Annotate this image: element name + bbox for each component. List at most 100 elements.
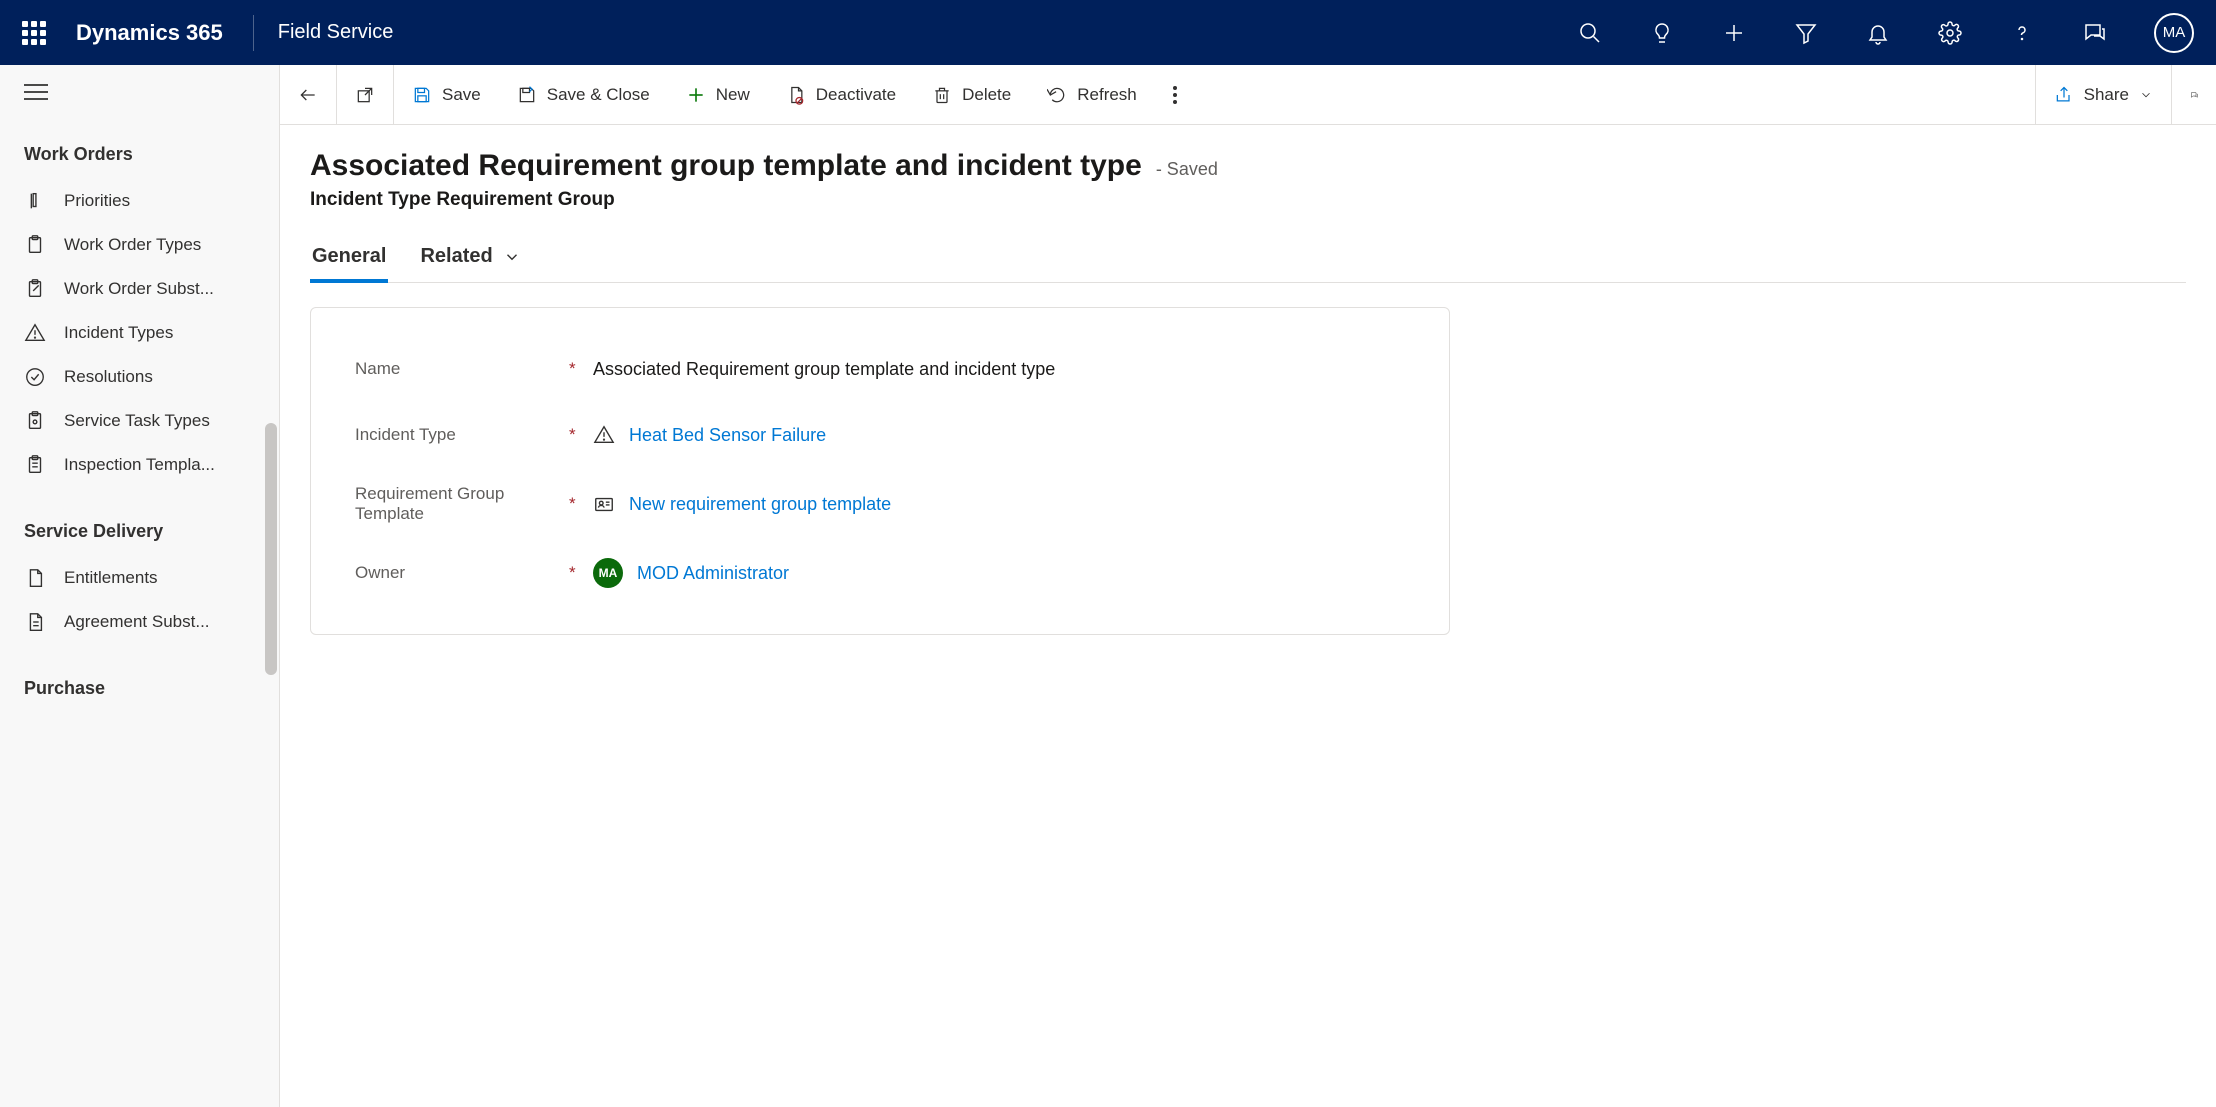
form-label: Owner (355, 563, 405, 583)
nav-section-service-delivery: Service Delivery Entitlements Agreement … (0, 499, 279, 656)
sidebar-item-entitlements[interactable]: Entitlements (0, 556, 279, 600)
document-icon (24, 567, 46, 589)
app-launcher-icon[interactable] (22, 21, 46, 45)
save-close-label: Save & Close (547, 85, 650, 105)
deactivate-label: Deactivate (816, 85, 896, 105)
overflow-icon (1173, 86, 1177, 104)
check-circle-icon (24, 366, 46, 388)
form-row-incident-type: Incident Type * Heat Bed Sensor Failure (355, 402, 1405, 468)
back-button[interactable] (280, 65, 336, 124)
sidebar-item-label: Work Order Subst... (64, 279, 214, 299)
sidebar-item-label: Agreement Subst... (64, 612, 210, 632)
top-actions: MA (1568, 11, 2194, 55)
refresh-button[interactable]: Refresh (1029, 65, 1155, 124)
help-icon[interactable] (2000, 11, 2044, 55)
deactivate-button[interactable]: Deactivate (768, 65, 914, 124)
form-label: Incident Type (355, 425, 456, 445)
req-group-field[interactable]: New requirement group template (583, 493, 891, 515)
tab-label: Related (420, 245, 492, 268)
form-label: Name (355, 359, 400, 379)
tab-general[interactable]: General (310, 235, 388, 282)
warning-icon (593, 424, 615, 446)
nav-section-purchase: Purchase (0, 656, 279, 725)
req-group-link[interactable]: New requirement group template (629, 494, 891, 515)
contact-card-icon (593, 493, 615, 515)
user-avatar[interactable]: MA (2154, 13, 2194, 53)
required-indicator: * (569, 494, 583, 514)
form-card: Name * Associated Requirement group temp… (310, 307, 1450, 635)
sidebar-item-incident-types[interactable]: Incident Types (0, 311, 279, 355)
sidebar-item-label: Priorities (64, 191, 130, 211)
owner-avatar: MA (593, 558, 623, 588)
content-area: Associated Requirement group template an… (280, 125, 2216, 1107)
nav-header: Purchase (0, 668, 279, 713)
nav-section-work-orders: Work Orders Priorities Work Order Types … (0, 122, 279, 499)
bell-icon[interactable] (1856, 11, 1900, 55)
form-label: Requirement Group Template (355, 484, 565, 524)
incident-type-link[interactable]: Heat Bed Sensor Failure (629, 425, 826, 446)
share-button[interactable]: Share (2036, 65, 2171, 124)
sidebar-item-resolutions[interactable]: Resolutions (0, 355, 279, 399)
brand-name[interactable]: Dynamics 365 (76, 20, 223, 46)
hamburger-icon[interactable] (24, 83, 48, 104)
main-content: Save Save & Close New Deactivate Delete … (280, 65, 2216, 1107)
clipboard-gear-icon (24, 410, 46, 432)
gear-icon[interactable] (1928, 11, 1972, 55)
assistant-button[interactable] (2172, 73, 2216, 117)
nav-header: Service Delivery (0, 511, 279, 556)
chat-icon[interactable] (2072, 11, 2116, 55)
top-nav-bar: Dynamics 365 Field Service MA (0, 0, 2216, 65)
tabs: General Related (310, 235, 2186, 283)
clipboard-icon (24, 234, 46, 256)
required-indicator: * (569, 425, 583, 445)
plus-icon[interactable] (1712, 11, 1756, 55)
app-context[interactable]: Field Service (278, 21, 394, 44)
incident-type-field[interactable]: Heat Bed Sensor Failure (583, 424, 826, 446)
search-icon[interactable] (1568, 11, 1612, 55)
required-indicator: * (569, 563, 583, 583)
sidebar-item-agreement-subst[interactable]: Agreement Subst... (0, 600, 279, 644)
refresh-label: Refresh (1077, 85, 1137, 105)
sidebar-item-label: Entitlements (64, 568, 158, 588)
tab-related[interactable]: Related (418, 235, 522, 282)
delete-button[interactable]: Delete (914, 65, 1029, 124)
clipboard-edit-icon (24, 278, 46, 300)
sidebar-item-service-task-types[interactable]: Service Task Types (0, 399, 279, 443)
sidebar: Work Orders Priorities Work Order Types … (0, 65, 280, 1107)
form-row-owner: Owner * MA MOD Administrator (355, 540, 1405, 606)
document-lines-icon (24, 611, 46, 633)
share-label: Share (2084, 85, 2129, 105)
form-row-req-group: Requirement Group Template * New require… (355, 468, 1405, 540)
page-title: Associated Requirement group template an… (310, 149, 1142, 183)
sidebar-item-work-order-types[interactable]: Work Order Types (0, 223, 279, 267)
sidebar-item-label: Service Task Types (64, 411, 210, 431)
chevron-down-icon (503, 248, 521, 266)
owner-field[interactable]: MA MOD Administrator (583, 558, 789, 588)
save-button[interactable]: Save (394, 65, 499, 124)
sidebar-item-work-order-subst[interactable]: Work Order Subst... (0, 267, 279, 311)
sidebar-item-label: Inspection Templa... (64, 455, 215, 475)
nav-header: Work Orders (0, 134, 279, 179)
avatar-initials: MA (2163, 24, 2186, 41)
clipboard-list-icon (24, 454, 46, 476)
sidebar-item-label: Resolutions (64, 367, 153, 387)
name-value: Associated Requirement group template an… (593, 359, 1055, 380)
save-label: Save (442, 85, 481, 105)
overflow-button[interactable] (1155, 65, 1195, 124)
new-button[interactable]: New (668, 65, 768, 124)
popout-button[interactable] (337, 65, 393, 124)
lightbulb-icon[interactable] (1640, 11, 1684, 55)
owner-initials: MA (599, 566, 618, 580)
sidebar-scrollbar[interactable] (265, 423, 277, 675)
save-close-button[interactable]: Save & Close (499, 65, 668, 124)
required-indicator: * (569, 359, 583, 379)
filter-icon[interactable] (1784, 11, 1828, 55)
owner-link[interactable]: MOD Administrator (637, 563, 789, 584)
priority-icon (24, 190, 46, 212)
page-subtitle: Incident Type Requirement Group (310, 189, 2186, 211)
sidebar-item-inspection-templates[interactable]: Inspection Templa... (0, 443, 279, 487)
name-field[interactable]: Associated Requirement group template an… (583, 359, 1055, 380)
sidebar-item-priorities[interactable]: Priorities (0, 179, 279, 223)
new-label: New (716, 85, 750, 105)
command-bar: Save Save & Close New Deactivate Delete … (280, 65, 2216, 125)
